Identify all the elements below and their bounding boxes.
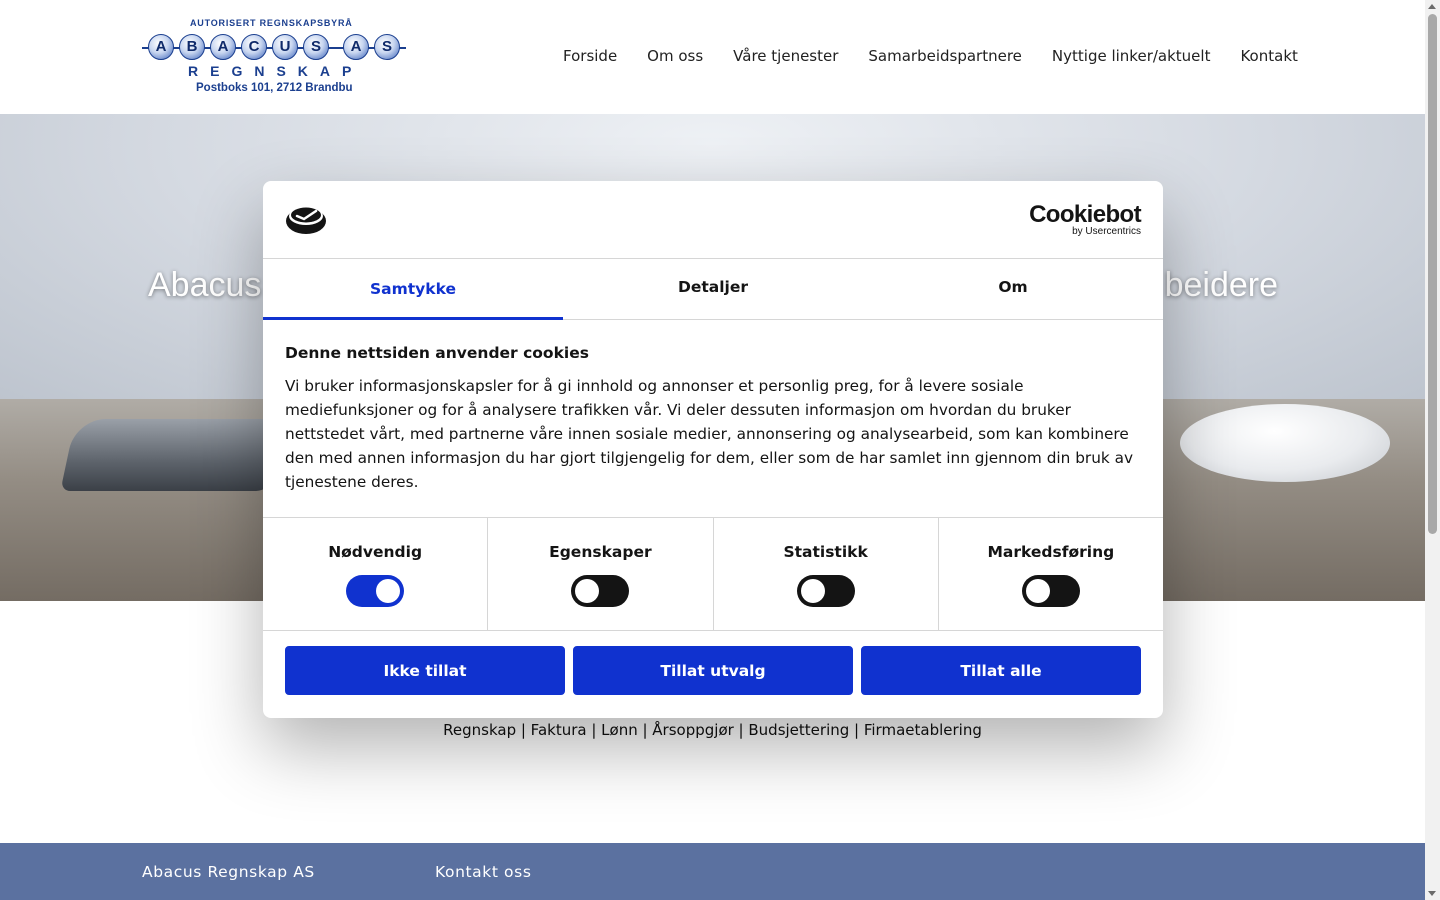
toggle-group-statistikk: Statistikk [714,518,939,630]
nav-item-tjenester[interactable]: Våre tjenester [733,47,838,65]
dialog-tabs: Samtykke Detaljer Om [263,259,1163,320]
hero-mouse-image [1180,404,1390,482]
logo-bead: B [179,34,205,60]
abacus-logo[interactable]: AUTORISERT REGNSKAPSBYRÅ A B A C U S A S… [142,18,408,98]
page-scrollbar[interactable] [1425,0,1440,900]
cookiebot-name: Cookiebot [1029,201,1142,228]
logo-tagline: AUTORISERT REGNSKAPSBYRÅ [190,18,353,28]
toggle-group-markedsforing: Markedsføring [939,518,1163,630]
logo-bead: A [343,34,369,60]
allow-all-button[interactable]: Tillat alle [861,646,1141,695]
logo-beads: A B A C U S A S [142,34,406,62]
toggle-label: Markedsføring [987,543,1115,561]
deny-button[interactable]: Ikke tillat [285,646,565,695]
footer-contact-heading: Kontakt oss [435,863,532,881]
dialog-body: Denne nettsiden anvender cookies Vi bruk… [285,344,1135,494]
toggle-group-nodvendig: Nødvendig [263,518,489,630]
site-footer: Abacus Regnskap AS Kontakt oss [0,843,1425,900]
footer-company: Abacus Regnskap AS [142,863,315,881]
logo-subtitle: REGNSKAP [188,63,364,79]
cookiebot-logo[interactable]: Cookiebot by Usercentrics [1029,201,1142,237]
nav-item-nyttige-linker[interactable]: Nyttige linker/aktuelt [1052,47,1211,65]
nav-item-forside[interactable]: Forside [563,47,617,65]
cookie-provider-icon [286,207,326,234]
dialog-heading: Denne nettsiden anvender cookies [285,344,589,362]
toggle-label: Egenskaper [549,543,652,561]
tab-om[interactable]: Om [863,259,1163,319]
toggle-knob [376,579,401,603]
logo-bead: A [148,34,174,60]
services-line: Regnskap | Faktura | Lønn | Årsoppgjør |… [443,721,982,739]
toggle-switch-nodvendig[interactable] [346,575,405,607]
site-header: AUTORISERT REGNSKAPSBYRÅ A B A C U S A S… [0,0,1425,114]
toggle-group-egenskaper: Egenskaper [488,518,714,630]
scroll-up-icon[interactable] [1428,4,1436,9]
logo-bead: C [241,34,267,60]
tab-samtykke[interactable]: Samtykke [263,259,563,320]
logo-bead: S [303,34,329,60]
logo-bead: S [374,34,400,60]
main-nav: Forside Om oss Våre tjenester Samarbeids… [563,47,1298,65]
toggle-knob [800,579,825,603]
dialog-buttons: Ikke tillat Tillat utvalg Tillat alle [285,646,1141,695]
toggle-knob [575,579,600,603]
nav-item-kontakt[interactable]: Kontakt [1240,47,1297,65]
logo-address: Postboks 101, 2712 Brandbu [196,82,353,94]
tab-detaljer[interactable]: Detaljer [563,259,863,319]
dialog-header: Cookiebot by Usercentrics [263,181,1163,259]
toggle-switch-egenskaper[interactable] [571,575,630,607]
dialog-text: Vi bruker informasjonskapsler for å gi i… [285,377,1134,491]
hero-title-left: Abacus [148,266,262,304]
scroll-down-icon[interactable] [1428,891,1436,896]
toggle-label: Statistikk [783,543,868,561]
nav-item-samarbeidspartnere[interactable]: Samarbeidspartnere [868,47,1022,65]
cookie-consent-dialog: Cookiebot by Usercentrics Samtykke Detal… [263,181,1163,718]
logo-bead: A [210,34,236,60]
hero-title-right: beidere [1164,266,1278,304]
hero-phone-image [60,419,286,491]
toggle-switch-statistikk[interactable] [796,575,855,607]
toggle-label: Nødvendig [328,543,423,561]
scrollbar-thumb[interactable] [1428,14,1437,534]
allow-selection-button[interactable]: Tillat utvalg [573,646,853,695]
consent-toggles: Nødvendig Egenskaper Statistikk Markedsf… [263,517,1163,631]
toggle-switch-markedsforing[interactable] [1021,575,1080,607]
nav-item-om-oss[interactable]: Om oss [647,47,703,65]
toggle-knob [1025,579,1050,603]
logo-bead: U [272,34,298,60]
cookiebot-by: by Usercentrics [1072,226,1141,237]
